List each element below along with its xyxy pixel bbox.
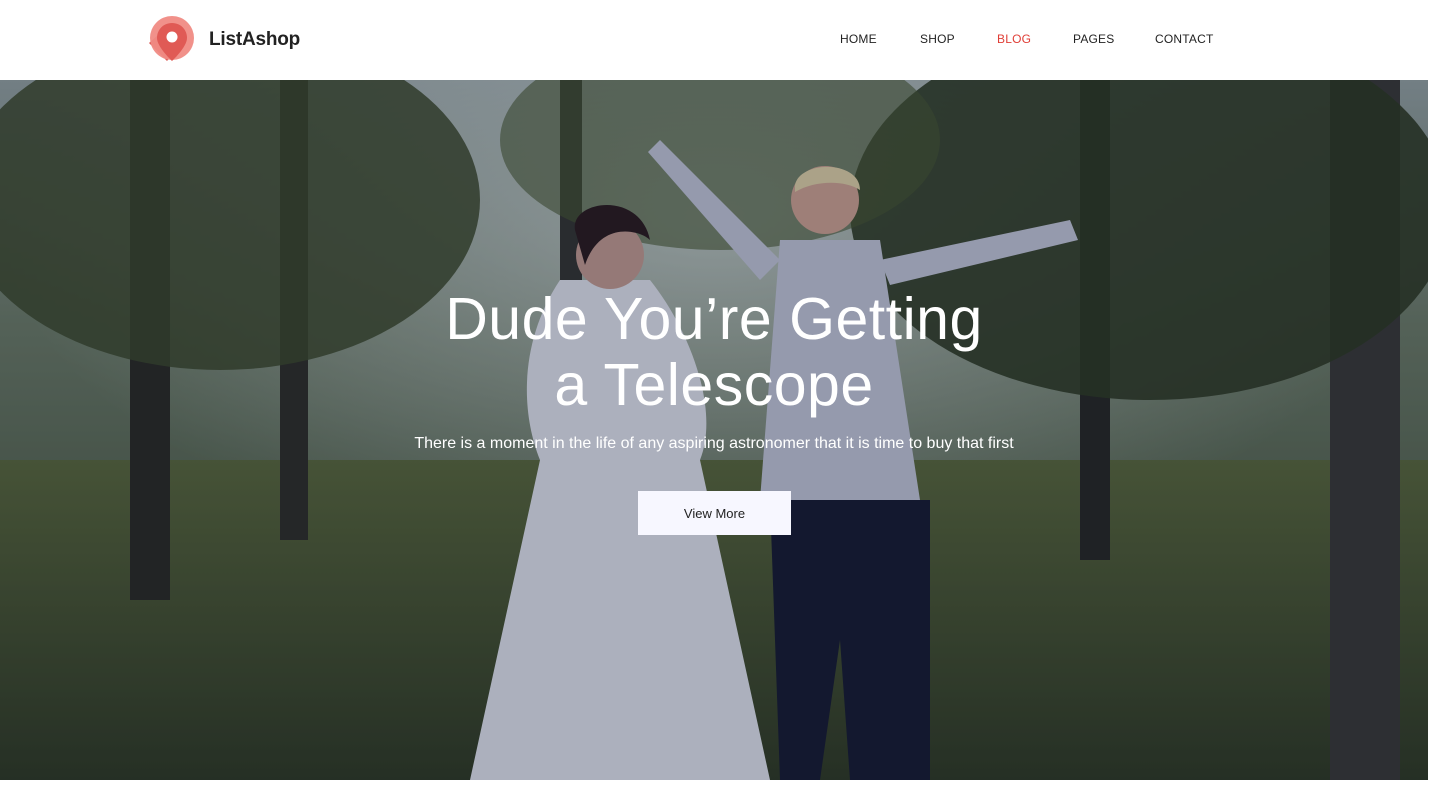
view-more-button[interactable]: View More [638,491,791,535]
hero-title-line-2: a Telescope [554,352,874,418]
main-nav: HOME SHOP BLOG PAGES CONTACT [0,0,1440,80]
hero-section: Dude You’re Getting a Telescope There is… [0,80,1428,780]
nav-item-blog[interactable]: BLOG [997,32,1031,46]
hero-subtitle: There is a moment in the life of any asp… [414,435,1014,452]
hero-title-line-1: Dude You’re Getting [445,286,983,352]
nav-item-shop[interactable]: SHOP [920,32,955,46]
hero-title: Dude You’re Getting a Telescope [314,286,1114,418]
nav-item-pages[interactable]: PAGES [1073,32,1114,46]
nav-item-home[interactable]: HOME [840,32,877,46]
page-scrollbar[interactable] [1428,80,1440,780]
nav-item-contact[interactable]: CONTACT [1155,32,1214,46]
site-header: ListAshop HOME SHOP BLOG PAGES CONTACT [0,0,1440,80]
hero-content: Dude You’re Getting a Telescope There is… [0,80,1428,780]
